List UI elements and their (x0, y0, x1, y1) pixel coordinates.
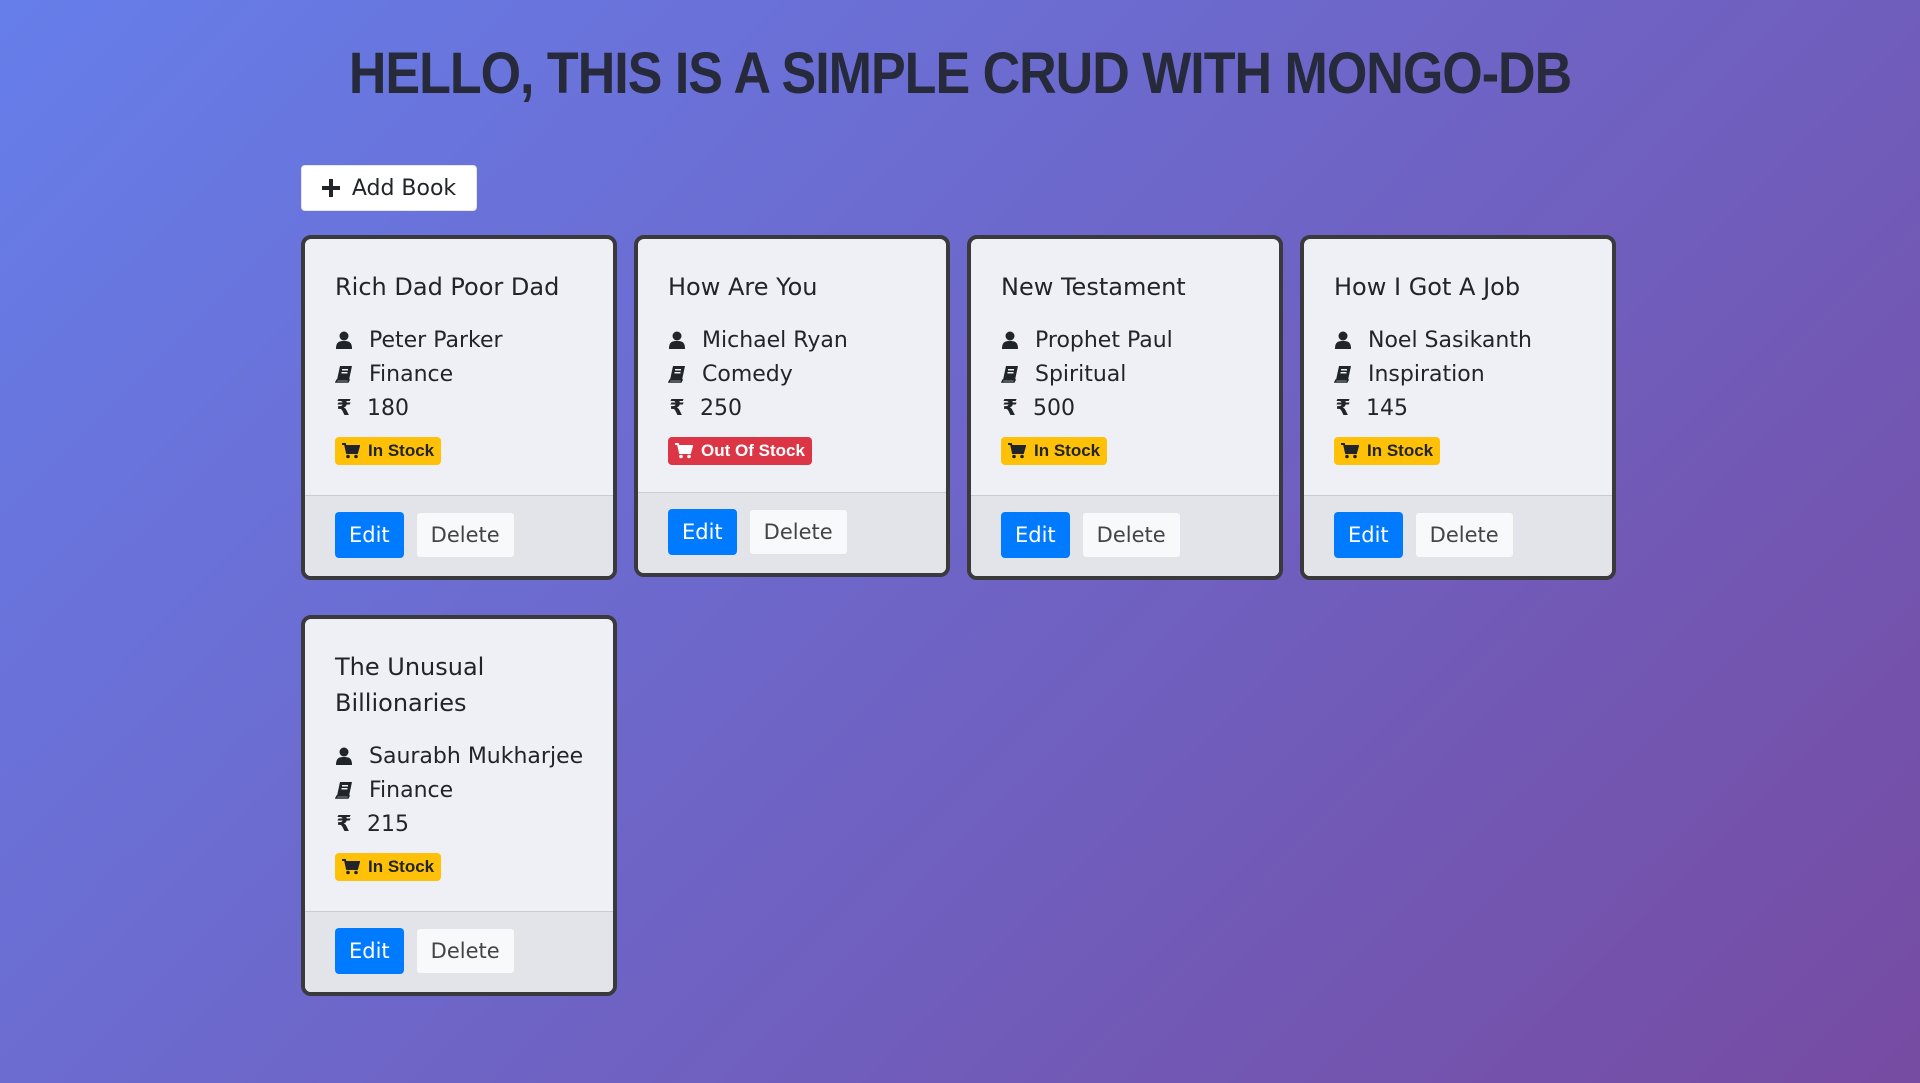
stock-badge: In Stock (1334, 437, 1441, 465)
price-row: ₹ 215 (335, 807, 587, 841)
add-book-button[interactable]: Add Book (301, 165, 477, 211)
delete-button[interactable]: Delete (415, 928, 515, 974)
book-title: How I Got A Job (1334, 273, 1521, 301)
genre-row: Spiritual (1001, 357, 1253, 391)
stock-label: In Stock (1034, 441, 1101, 460)
book-genre: Spiritual (1035, 361, 1127, 387)
stock-label: In Stock (368, 441, 435, 460)
book-price: 145 (1366, 395, 1408, 421)
user-icon (336, 331, 352, 349)
book-title: Rich Dad Poor Dad (335, 273, 560, 301)
book-icon (1334, 366, 1351, 383)
genre-row: Finance (335, 357, 587, 391)
price-row: ₹ 500 (1001, 391, 1253, 425)
edit-button[interactable]: Edit (668, 509, 737, 555)
rupee-icon: ₹ (669, 395, 685, 421)
card-actions: Edit Delete (305, 495, 613, 576)
book-card: Rich Dad Poor Dad Peter Parker Finance ₹… (301, 235, 617, 580)
stock-label: In Stock (1367, 441, 1434, 460)
book-price: 250 (700, 395, 742, 421)
book-genre: Finance (369, 361, 454, 387)
user-icon (336, 747, 352, 765)
author-row: Prophet Paul (1001, 323, 1253, 357)
rupee-icon: ₹ (336, 395, 352, 421)
stock-label: In Stock (368, 857, 435, 876)
card-actions: Edit Delete (305, 911, 613, 992)
edit-button[interactable]: Edit (335, 512, 404, 558)
book-card: How Are You Michael Ryan Comedy ₹ 250 Ou… (634, 235, 950, 577)
book-card: The Unusual Billionaries Saurabh Mukharj… (301, 615, 617, 996)
book-price: 500 (1033, 395, 1075, 421)
stock-badge: In Stock (335, 853, 442, 881)
genre-row: Finance (335, 773, 587, 807)
book-author: Michael Ryan (702, 327, 848, 353)
stock-badge: In Stock (335, 437, 442, 465)
stock-badge: In Stock (1001, 437, 1108, 465)
rupee-icon: ₹ (1002, 395, 1018, 421)
cart-icon (342, 443, 360, 459)
user-icon (1002, 331, 1018, 349)
delete-button[interactable]: Delete (1081, 512, 1181, 558)
author-row: Noel Sasikanth (1334, 323, 1586, 357)
card-actions: Edit Delete (1304, 495, 1612, 576)
price-row: ₹ 250 (668, 391, 920, 425)
book-genre: Inspiration (1368, 361, 1485, 387)
delete-button[interactable]: Delete (1414, 512, 1514, 558)
user-icon (1335, 331, 1351, 349)
genre-row: Comedy (668, 357, 920, 391)
book-price: 180 (367, 395, 409, 421)
author-row: Michael Ryan (668, 323, 920, 357)
cart-icon (1341, 443, 1359, 459)
book-title: How Are You (668, 273, 818, 301)
author-row: Peter Parker (335, 323, 587, 357)
plus-icon (321, 179, 340, 197)
book-card: How I Got A Job Noel Sasikanth Inspirati… (1300, 235, 1616, 580)
delete-button[interactable]: Delete (748, 509, 848, 555)
price-row: ₹ 180 (335, 391, 587, 425)
author-row: Saurabh Mukharjee (335, 739, 587, 773)
book-genre: Comedy (702, 361, 793, 387)
rupee-icon: ₹ (336, 811, 352, 837)
price-row: ₹ 145 (1334, 391, 1586, 425)
cart-icon (342, 859, 360, 875)
book-title: New Testament (1001, 273, 1186, 301)
card-actions: Edit Delete (638, 492, 946, 573)
user-icon (669, 331, 685, 349)
cart-icon (1008, 443, 1026, 459)
book-icon (335, 782, 352, 799)
genre-row: Inspiration (1334, 357, 1586, 391)
card-actions: Edit Delete (971, 495, 1279, 576)
edit-button[interactable]: Edit (335, 928, 404, 974)
book-genre: Finance (369, 777, 454, 803)
book-icon (1001, 366, 1018, 383)
book-author: Noel Sasikanth (1368, 327, 1532, 353)
stock-badge: Out Of Stock (668, 437, 812, 465)
cart-icon (675, 443, 693, 459)
edit-button[interactable]: Edit (1001, 512, 1070, 558)
book-author: Prophet Paul (1035, 327, 1173, 353)
book-icon (335, 366, 352, 383)
page-title: Hello, This is a Simple CRUD with Mongo-… (348, 41, 1572, 107)
edit-button[interactable]: Edit (1334, 512, 1403, 558)
book-price: 215 (367, 811, 409, 837)
rupee-icon: ₹ (1335, 395, 1351, 421)
book-author: Saurabh Mukharjee (369, 743, 584, 769)
book-author: Peter Parker (369, 327, 503, 353)
delete-button[interactable]: Delete (415, 512, 515, 558)
book-card: New Testament Prophet Paul Spiritual ₹ 5… (967, 235, 1283, 580)
book-icon (668, 366, 685, 383)
book-title: The Unusual Billionaries (335, 653, 485, 717)
add-book-label: Add Book (351, 175, 457, 201)
stock-label: Out Of Stock (701, 441, 805, 460)
